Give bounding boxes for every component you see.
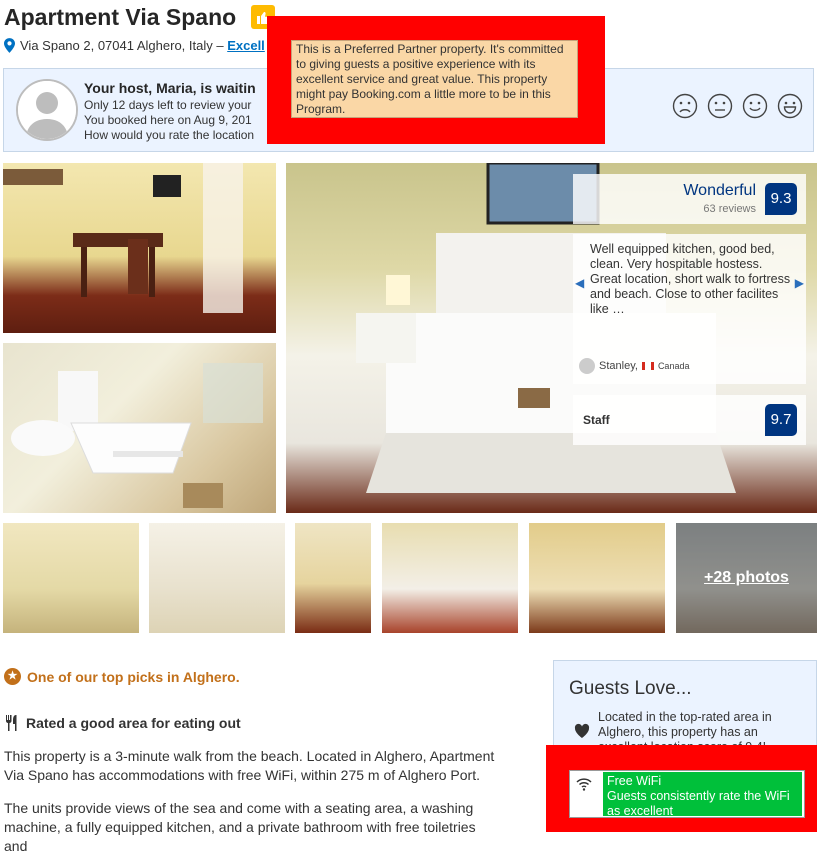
- eating-area-highlight: Rated a good area for eating out: [4, 715, 241, 731]
- review-text: Well equipped kitchen, good bed, clean. …: [590, 242, 791, 316]
- chevron-left-icon[interactable]: ◀: [575, 276, 584, 290]
- host-prompt-line3: How would you rate the location: [84, 128, 255, 142]
- wifi-text: Free WiFi Guests consistently rate the W…: [607, 774, 797, 819]
- photo-dining-room[interactable]: [3, 163, 276, 333]
- description-paragraph-1: This property is a 3-minute walk from th…: [4, 748, 495, 783]
- wifi-icon: [576, 778, 592, 791]
- happy-face-icon[interactable]: [742, 93, 768, 119]
- top-pick-badge: ★ One of our top picks in Alghero.: [4, 668, 240, 685]
- reviewer: Stanley, Canada: [579, 358, 689, 374]
- chevron-right-icon[interactable]: ▶: [795, 276, 804, 290]
- heart-icon: [574, 723, 590, 738]
- host-avatar: [16, 79, 78, 141]
- photo-hallway[interactable]: [295, 523, 371, 633]
- host-prompt-line1: Only 12 days left to review your: [84, 98, 252, 112]
- photo-wardrobe[interactable]: [529, 523, 665, 633]
- more-photos-link[interactable]: +28 photos: [676, 523, 817, 633]
- very-happy-face-icon[interactable]: [777, 93, 803, 119]
- map-pin-icon: [4, 38, 15, 53]
- page-title: Apartment Via Spano: [4, 4, 237, 30]
- guests-love-title: Guests Love...: [569, 678, 692, 699]
- neutral-face-icon[interactable]: [707, 93, 733, 119]
- photo-kitchen[interactable]: [149, 523, 285, 633]
- staff-score-panel: Staff 9.7: [573, 395, 806, 445]
- featured-review-panel: ◀ Well equipped kitchen, good bed, clean…: [573, 234, 806, 384]
- review-score-badge: 9.3: [765, 183, 797, 215]
- star-icon: ★: [4, 668, 21, 685]
- rating-faces: [672, 93, 803, 119]
- preferred-partner-tooltip: This is a Preferred Partner property. It…: [291, 40, 578, 118]
- score-word: Wonderful: [683, 182, 756, 199]
- review-score-panel[interactable]: Wonderful 63 reviews 9.3: [573, 174, 806, 224]
- staff-score-badge: 9.7: [765, 404, 797, 436]
- reviewer-avatar: [579, 358, 595, 374]
- staff-label: Staff: [583, 413, 610, 427]
- photo-living-room[interactable]: [3, 523, 139, 633]
- host-prompt-title: Your host, Maria, is waitin: [84, 80, 256, 96]
- host-prompt-line2: You booked here on Aug 9, 201: [84, 113, 252, 127]
- canada-flag-icon: [641, 362, 654, 370]
- wifi-title: Free WiFi: [607, 774, 662, 788]
- wifi-description: Guests consistently rate the WiFi as exc…: [607, 789, 790, 818]
- address-line: Via Spano 2, 07041 Alghero, Italy – Exce…: [4, 38, 265, 53]
- review-count[interactable]: 63 reviews: [703, 203, 756, 215]
- eating-text: Rated a good area for eating out: [26, 715, 241, 731]
- address-text: Via Spano 2, 07041 Alghero, Italy –: [20, 38, 228, 53]
- reviewer-country: Canada: [657, 361, 690, 371]
- photo-bathroom[interactable]: [3, 343, 276, 513]
- photo-bedroom-2[interactable]: [382, 523, 518, 633]
- reviewer-name: Stanley,: [599, 360, 638, 372]
- very-sad-face-icon[interactable]: [672, 93, 698, 119]
- location-score-link[interactable]: Excell: [227, 38, 265, 53]
- top-pick-text: One of our top picks in Alghero.: [27, 668, 240, 685]
- description-paragraph-2: The units provide views of the sea and c…: [4, 800, 476, 854]
- fork-knife-icon: [6, 715, 17, 731]
